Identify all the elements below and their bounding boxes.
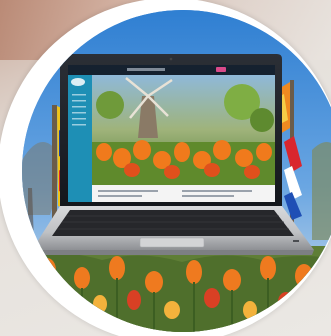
website-content-strip xyxy=(92,185,275,202)
laptop-keyboard xyxy=(52,210,294,236)
photo-scene xyxy=(22,10,331,332)
website-header xyxy=(68,65,275,75)
photo-frame xyxy=(0,0,331,336)
laptop-screen xyxy=(68,65,275,202)
circular-photo xyxy=(22,10,331,332)
tulip-field xyxy=(22,246,331,332)
tree-right xyxy=(312,142,331,240)
laptop xyxy=(32,54,314,255)
website-logo xyxy=(71,78,85,86)
laptop-trackpad xyxy=(139,237,205,248)
tulips-in-photo xyxy=(92,140,275,185)
